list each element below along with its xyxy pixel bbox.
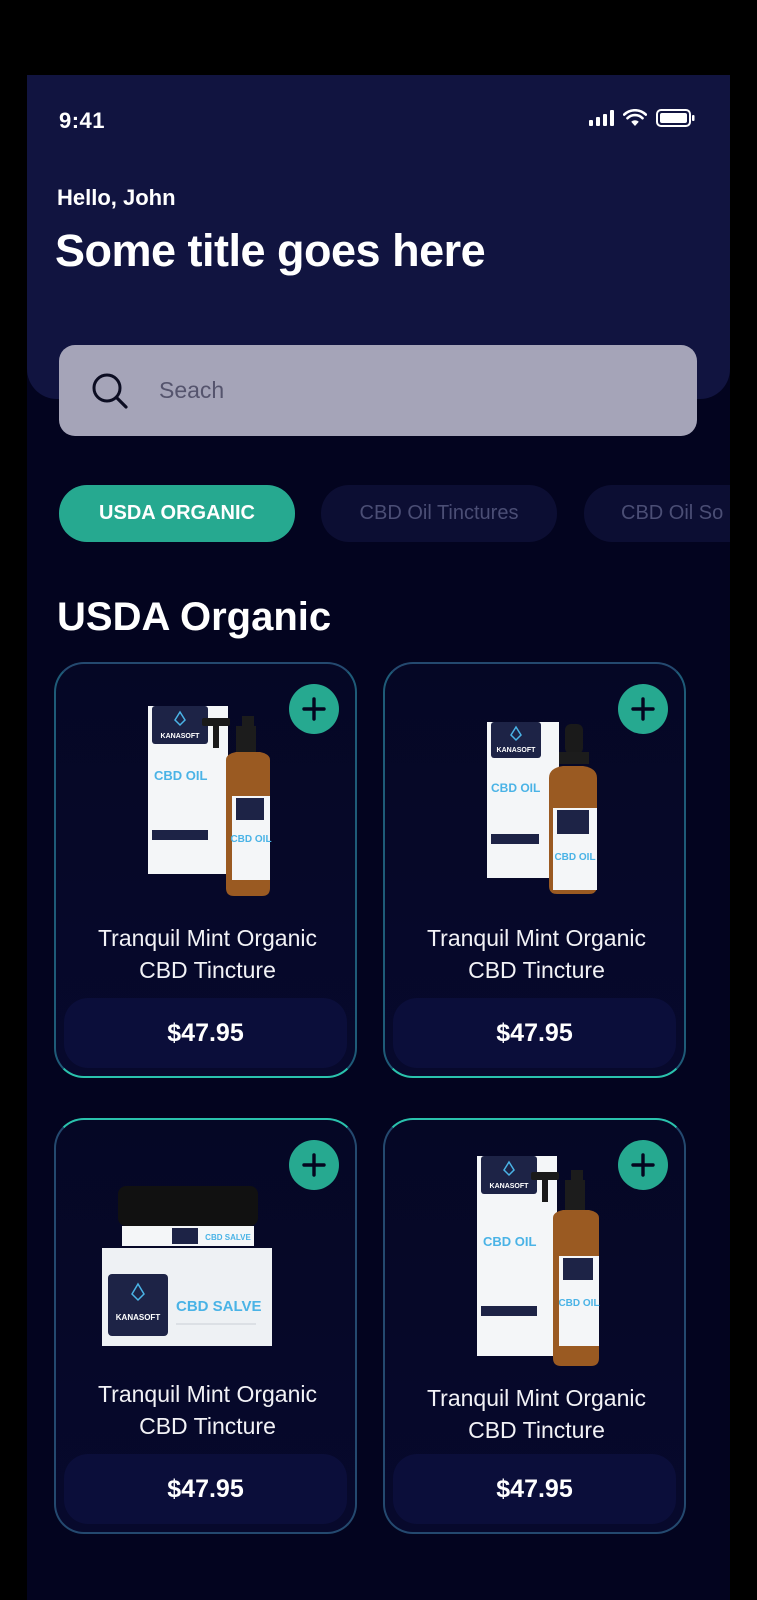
product-price: $47.95 [393, 998, 676, 1068]
product-image: KANASOFT CBD OIL CBD OIL [148, 706, 272, 896]
svg-text:KANASOFT: KANASOFT [497, 747, 537, 754]
chip-cbd-oil-so[interactable]: CBD Oil So [584, 485, 730, 542]
svg-text:CBD OIL: CBD OIL [554, 852, 595, 863]
category-chips: USDA ORGANIC CBD Oil Tinctures CBD Oil S… [59, 485, 730, 545]
product-image: KANASOFT CBD OIL CBD OIL [487, 722, 597, 894]
svg-text:CBD OIL: CBD OIL [558, 1298, 599, 1309]
product-name: Tranquil Mint Organic CBD Tincture [97, 925, 317, 983]
page-title: Some title goes here [55, 225, 486, 276]
svg-text:CBD OIL: CBD OIL [230, 834, 271, 845]
plus-icon [631, 697, 655, 721]
product-image: CBD SALVE KANASOFT CBD SALVE [102, 1186, 272, 1346]
search-icon [92, 373, 128, 409]
svg-text:CBD OIL: CBD OIL [483, 1234, 537, 1249]
status-bar: 9:41 [27, 75, 730, 165]
product-price: $47.95 [64, 998, 347, 1068]
app-screen: 9:41 Hello, John Some title goes here Se… [27, 75, 730, 1600]
product-image: KANASOFT CBD OIL CBD OIL [477, 1156, 600, 1366]
status-icons [589, 109, 696, 127]
svg-text:KANASOFT: KANASOFT [490, 1183, 530, 1190]
battery-icon [656, 109, 695, 127]
section-title: USDA Organic [57, 595, 332, 639]
add-to-cart-button[interactable] [289, 684, 339, 734]
svg-text:CBD OIL: CBD OIL [491, 781, 540, 795]
wifi-icon [623, 109, 647, 126]
product-name: Tranquil Mint Organic CBD Tincture [426, 1385, 646, 1443]
plus-icon [631, 1153, 655, 1177]
svg-text:CBD OIL: CBD OIL [154, 768, 208, 783]
plus-icon [302, 1153, 326, 1177]
product-name: Tranquil Mint Organic CBD Tincture [97, 1381, 317, 1439]
greeting: Hello, John [57, 185, 176, 210]
search-bar[interactable] [59, 345, 697, 436]
chip-usda-organic[interactable]: USDA ORGANIC [59, 485, 295, 542]
add-to-cart-button[interactable] [289, 1140, 339, 1190]
chip-cbd-oil-tinctures[interactable]: CBD Oil Tinctures [321, 485, 557, 542]
svg-text:KANASOFT: KANASOFT [161, 733, 201, 740]
product-card[interactable]: KANASOFT CBD OIL CBD OIL Tranquil Mint O… [383, 1118, 686, 1534]
product-card[interactable]: KANASOFT CBD OIL CBD OIL Tranquil Mint O… [54, 662, 357, 1078]
add-to-cart-button[interactable] [618, 1140, 668, 1190]
signal-icon [589, 110, 614, 126]
status-time: 9:41 [59, 108, 106, 133]
product-card[interactable]: KANASOFT CBD OIL CBD OIL Tranquil Mint O… [383, 662, 686, 1078]
product-price: $47.95 [393, 1454, 676, 1524]
svg-text:CBD SALVE: CBD SALVE [205, 1233, 251, 1242]
search-input[interactable] [159, 345, 659, 436]
product-name: Tranquil Mint Organic CBD Tincture [426, 925, 646, 983]
svg-text:CBD SALVE: CBD SALVE [176, 1298, 262, 1315]
product-price: $47.95 [64, 1454, 347, 1524]
add-to-cart-button[interactable] [618, 684, 668, 734]
product-card[interactable]: CBD SALVE KANASOFT CBD SALVE Tranquil Mi… [54, 1118, 357, 1534]
svg-text:KANASOFT: KANASOFT [116, 1313, 161, 1322]
plus-icon [302, 697, 326, 721]
